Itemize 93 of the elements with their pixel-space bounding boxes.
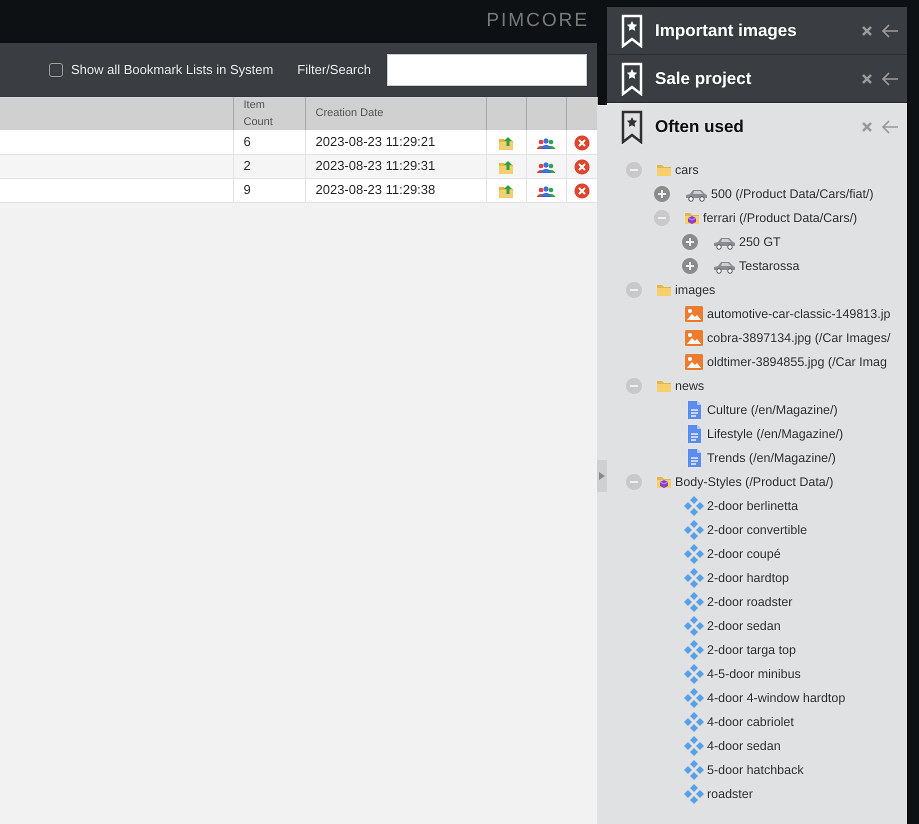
diamond-cluster-icon: [684, 664, 704, 684]
tree-item-label[interactable]: 250 GT: [739, 232, 781, 252]
diamond-cluster-icon: [684, 640, 704, 660]
table-cell: 2: [233, 154, 305, 178]
expand-toggle-icon[interactable]: [682, 258, 698, 274]
folder-icon: [656, 378, 672, 394]
diamond-cluster-icon: [684, 616, 704, 636]
bookmark-list-title: Often used: [655, 116, 745, 138]
tree-item-label[interactable]: 4-5-door minibus: [707, 664, 801, 684]
folder-icon: [656, 162, 672, 178]
tree-item-label[interactable]: Body-Styles (/Product Data/): [675, 472, 834, 492]
back-arrow-icon[interactable]: [881, 72, 899, 86]
tree-item-label[interactable]: oldtimer-3894855.jpg (/Car Imag: [707, 352, 887, 372]
tree-item-label[interactable]: 2-door roadster: [707, 592, 792, 612]
tree-item-label[interactable]: images: [675, 280, 716, 300]
tree-item-label[interactable]: 2-door hardtop: [707, 568, 790, 588]
diamond-cluster-icon: [684, 736, 704, 756]
tree-item-label[interactable]: 2-door sedan: [707, 616, 781, 636]
tree-item-label[interactable]: 4-door cabriolet: [707, 712, 794, 732]
tree-item-label[interactable]: 5-door hatchback: [707, 760, 804, 780]
table-cell: 9: [233, 178, 305, 202]
tree-item-label[interactable]: Trends (/en/Magazine/): [707, 448, 836, 468]
collapse-toggle-icon[interactable]: [626, 378, 642, 394]
diamond-cluster-icon: [684, 496, 704, 516]
tree-item-label[interactable]: Culture (/en/Magazine/): [707, 400, 838, 420]
users-icon[interactable]: [536, 184, 556, 198]
bookmark-list-header[interactable]: Sale project: [607, 55, 907, 103]
tree-item-label[interactable]: 500 (/Product Data/Cars/fiat/): [711, 184, 874, 204]
tree-item-label[interactable]: 2-door convertible: [707, 520, 808, 540]
tree-item-label[interactable]: roadster: [707, 784, 753, 804]
users-icon[interactable]: [536, 160, 556, 174]
folder-icon: [656, 282, 672, 298]
tree-item-label[interactable]: Testarossa: [739, 256, 800, 276]
delete-icon[interactable]: [574, 134, 590, 151]
folder-upload-icon[interactable]: [498, 182, 514, 199]
tree-item-label[interactable]: 4-door 4-window hardtop: [707, 688, 846, 708]
expand-toggle-icon[interactable]: [682, 234, 698, 250]
tree-item-label[interactable]: automotive-car-classic-149813.jp: [707, 304, 890, 324]
image-icon: [684, 305, 704, 323]
diamond-cluster-icon: [684, 688, 704, 708]
diamond-cluster-icon: [684, 592, 704, 612]
table-cell: 6: [233, 130, 305, 154]
users-icon[interactable]: [536, 136, 556, 150]
tree-item-label[interactable]: cobra-3897134.jpg (/Car Images/: [707, 328, 890, 348]
tree-item-label[interactable]: 4-door sedan: [707, 736, 781, 756]
diamond-cluster-icon: [684, 784, 704, 804]
diamond-cluster-icon: [684, 712, 704, 732]
checkbox-label[interactable]: Show all Bookmark Lists in System: [71, 60, 274, 80]
diamond-cluster-icon: [684, 568, 704, 588]
table-cell: 2023-08-23 11:29:21: [305, 130, 486, 154]
filter-label: Filter/Search: [297, 61, 371, 80]
expand-toggle-icon[interactable]: [654, 186, 670, 202]
table-cell: 2023-08-23 11:29:38: [305, 178, 486, 202]
image-icon: [684, 329, 704, 347]
folder-upload-icon[interactable]: [498, 158, 514, 175]
tree-item-label[interactable]: cars: [675, 160, 699, 180]
folder-cube-icon: [656, 474, 672, 490]
back-arrow-icon[interactable]: [881, 120, 899, 134]
diamond-cluster-icon: [684, 760, 704, 780]
close-icon[interactable]: [861, 121, 873, 133]
back-arrow-icon[interactable]: [881, 24, 899, 38]
bookmark-star-icon: [621, 62, 643, 96]
bookmark-star-icon: [621, 14, 643, 48]
diamond-cluster-icon: [684, 544, 704, 564]
column-header[interactable]: Creation Date: [305, 97, 486, 130]
folder-upload-icon[interactable]: [498, 134, 514, 151]
tree-item-label[interactable]: ferrari (/Product Data/Cars/): [703, 208, 858, 228]
checkbox[interactable]: [49, 63, 63, 77]
collapse-toggle-icon[interactable]: [626, 162, 642, 178]
bookmark-star-icon: [621, 110, 643, 144]
bookmark-list-title: Important images: [655, 20, 798, 42]
tree-item-label[interactable]: 2-door coupé: [707, 544, 781, 564]
close-icon[interactable]: [861, 72, 873, 84]
delete-icon[interactable]: [574, 182, 590, 199]
collapse-toggle-icon[interactable]: [626, 282, 642, 298]
collapse-toggle-icon[interactable]: [626, 474, 642, 490]
tree-item-label[interactable]: Lifestyle (/en/Magazine/): [707, 424, 844, 444]
table-cell: 2023-08-23 11:29:31: [305, 154, 486, 178]
search-field[interactable]: [387, 54, 587, 86]
collapse-toggle-icon[interactable]: [654, 210, 670, 226]
diamond-cluster-icon: [684, 520, 704, 540]
tree-item-label[interactable]: 2-door targa top: [707, 640, 796, 660]
column-header[interactable]: Item Count: [233, 97, 305, 130]
image-icon: [684, 353, 704, 371]
close-icon[interactable]: [861, 24, 873, 36]
tree-item-label[interactable]: 2-door berlinetta: [707, 496, 798, 516]
collapse-handle[interactable]: [597, 460, 607, 492]
tree-item-label[interactable]: news: [675, 376, 704, 396]
folder-cube-icon: [684, 210, 700, 226]
bookmark-list-header[interactable]: Important images: [607, 7, 907, 55]
logo: PIMCORE: [486, 9, 590, 34]
bookmark-list-title: Sale project: [655, 68, 752, 90]
delete-icon[interactable]: [574, 158, 590, 175]
